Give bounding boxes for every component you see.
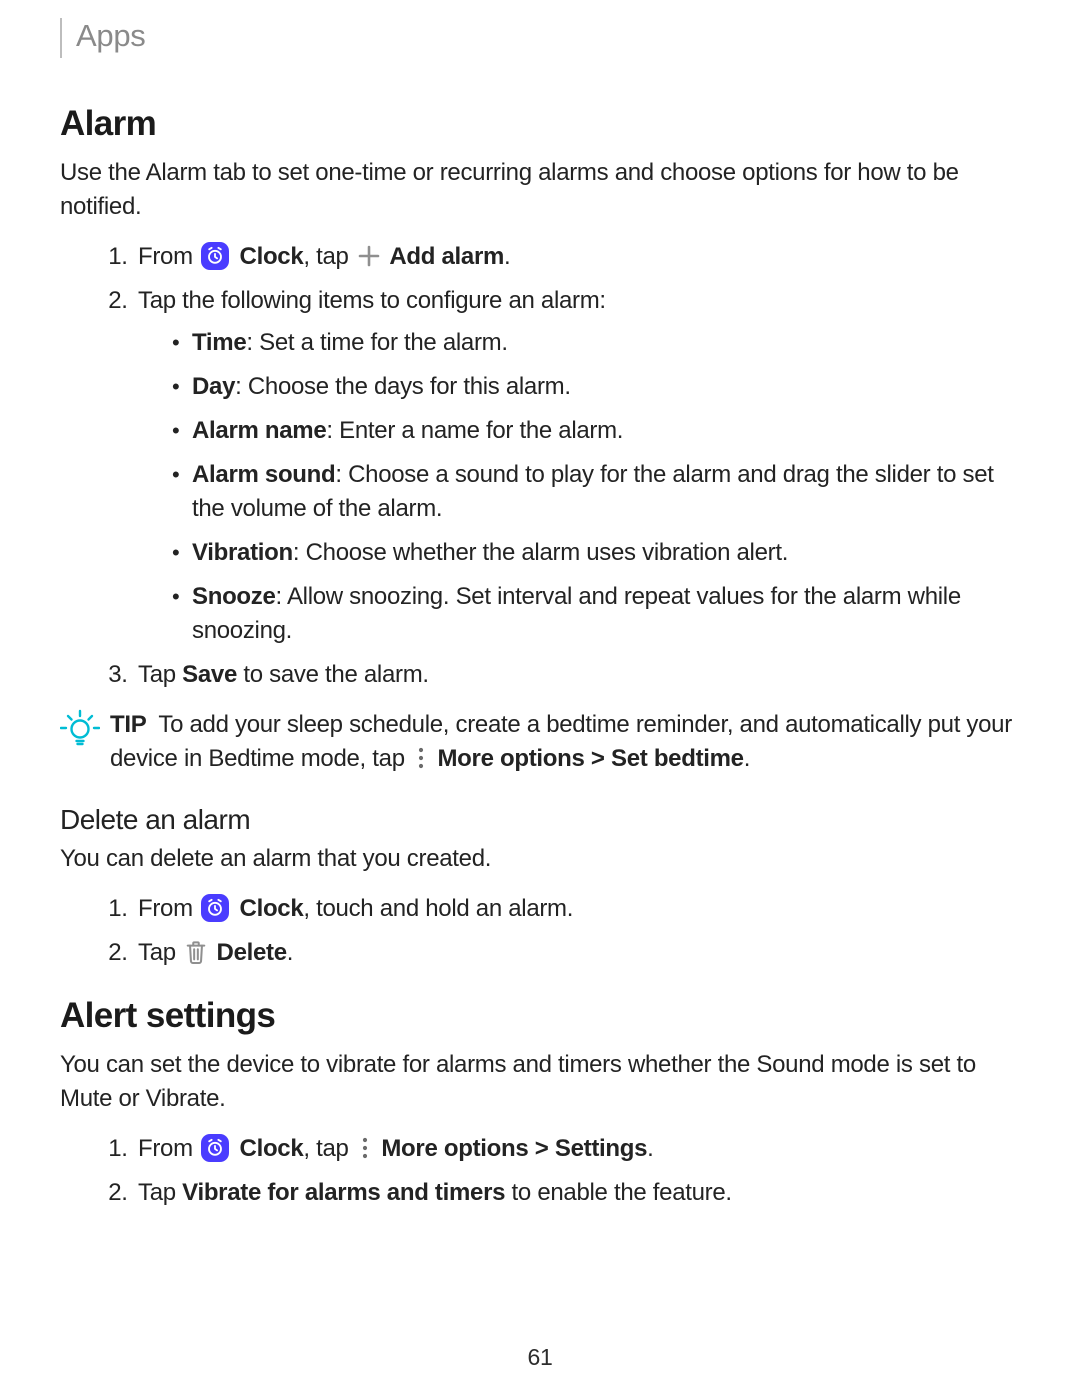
tip-block: TIP To add your sleep schedule, create a… bbox=[60, 708, 1020, 776]
item-vibration: Vibration: Choose whether the alarm uses… bbox=[172, 536, 1020, 570]
alarm-steps: From Clock, tap Add alarm. Tap the follo… bbox=[60, 240, 1020, 692]
more-options-label: More options bbox=[381, 1135, 528, 1162]
text: : Set a time for the alarm. bbox=[246, 329, 507, 356]
delete-step-1: From Clock, touch and hold an alarm. bbox=[134, 892, 1020, 926]
delete-steps: From Clock, touch and hold an alarm. Tap bbox=[60, 892, 1020, 970]
label: Snooze bbox=[192, 583, 276, 610]
add-alarm-label: Add alarm bbox=[389, 243, 504, 270]
text: , tap bbox=[303, 243, 355, 270]
text: Tap the following items to configure an … bbox=[138, 287, 606, 314]
alert-step-1: From Clock, tap More options > Settings. bbox=[134, 1132, 1020, 1166]
text: , touch and hold an alarm. bbox=[303, 895, 573, 922]
lightbulb-icon bbox=[60, 708, 100, 748]
arrow: > bbox=[528, 1135, 554, 1162]
item-alarm-name: Alarm name: Enter a name for the alarm. bbox=[172, 414, 1020, 448]
more-options-label: More options bbox=[437, 745, 584, 772]
clock-label: Clock bbox=[240, 243, 304, 270]
alert-intro: You can set the device to vibrate for al… bbox=[60, 1048, 1020, 1116]
text: , tap bbox=[303, 1135, 355, 1162]
alarm-config-list: Time: Set a time for the alarm. Day: Cho… bbox=[138, 326, 1020, 648]
item-time: Time: Set a time for the alarm. bbox=[172, 326, 1020, 360]
label: Vibration bbox=[192, 539, 293, 566]
label: Alarm sound bbox=[192, 461, 335, 488]
item-alarm-sound: Alarm sound: Choose a sound to play for … bbox=[172, 458, 1020, 526]
text: . bbox=[504, 243, 510, 270]
text: . bbox=[647, 1135, 653, 1162]
alarm-step-1: From Clock, tap Add alarm. bbox=[134, 240, 1020, 274]
heading-delete-alarm: Delete an alarm bbox=[60, 804, 1020, 836]
text: . bbox=[744, 745, 750, 772]
manual-page: Apps Alarm Use the Alarm tab to set one-… bbox=[0, 0, 1080, 1397]
text: : Enter a name for the alarm. bbox=[326, 417, 623, 444]
text: Tap bbox=[138, 1179, 182, 1206]
settings-label: Settings bbox=[555, 1135, 647, 1162]
breadcrumb-label: Apps bbox=[76, 16, 145, 56]
delete-step-2: Tap Delete. bbox=[134, 936, 1020, 970]
plus-icon bbox=[357, 244, 381, 268]
text: From bbox=[138, 243, 199, 270]
save-label: Save bbox=[182, 661, 237, 688]
text: From bbox=[138, 1135, 199, 1162]
item-day: Day: Choose the days for this alarm. bbox=[172, 370, 1020, 404]
clock-icon bbox=[201, 894, 229, 922]
delete-label: Delete bbox=[217, 939, 287, 966]
arrow: > bbox=[585, 745, 611, 772]
clock-label: Clock bbox=[240, 895, 304, 922]
vibrate-label: Vibrate for alarms and timers bbox=[182, 1179, 505, 1206]
item-snooze: Snooze: Allow snoozing. Set interval and… bbox=[172, 580, 1020, 648]
label: Day bbox=[192, 373, 235, 400]
heading-alarm: Alarm bbox=[60, 104, 1020, 144]
text: Tap bbox=[138, 939, 182, 966]
delete-intro: You can delete an alarm that you created… bbox=[60, 842, 1020, 876]
clock-icon bbox=[201, 242, 229, 270]
text: to save the alarm. bbox=[237, 661, 429, 688]
text: : Allow snoozing. Set interval and repea… bbox=[192, 583, 961, 644]
tip-label: TIP bbox=[110, 711, 146, 738]
trash-icon bbox=[184, 938, 208, 966]
breadcrumb: Apps bbox=[60, 16, 1020, 58]
breadcrumb-rule bbox=[60, 18, 62, 58]
alarm-step-2: Tap the following items to configure an … bbox=[134, 284, 1020, 648]
more-options-icon bbox=[415, 746, 427, 770]
alarm-step-3: Tap Save to save the alarm. bbox=[134, 658, 1020, 692]
text: From bbox=[138, 895, 199, 922]
alarm-intro: Use the Alarm tab to set one-time or rec… bbox=[60, 156, 1020, 224]
label: Alarm name bbox=[192, 417, 326, 444]
alert-steps: From Clock, tap More options > Settings.… bbox=[60, 1132, 1020, 1210]
text: Tap bbox=[138, 661, 182, 688]
label: Time bbox=[192, 329, 246, 356]
more-options-icon bbox=[359, 1136, 371, 1160]
clock-icon bbox=[201, 1134, 229, 1162]
heading-alert-settings: Alert settings bbox=[60, 996, 1020, 1036]
alert-step-2: Tap Vibrate for alarms and timers to ena… bbox=[134, 1176, 1020, 1210]
text: : Choose the days for this alarm. bbox=[235, 373, 571, 400]
text: : Choose whether the alarm uses vibratio… bbox=[293, 539, 788, 566]
tip-text: TIP To add your sleep schedule, create a… bbox=[110, 708, 1020, 776]
text: to enable the feature. bbox=[505, 1179, 732, 1206]
page-number: 61 bbox=[0, 1344, 1080, 1371]
clock-label: Clock bbox=[240, 1135, 304, 1162]
text: . bbox=[287, 939, 293, 966]
set-bedtime-label: Set bedtime bbox=[611, 745, 744, 772]
